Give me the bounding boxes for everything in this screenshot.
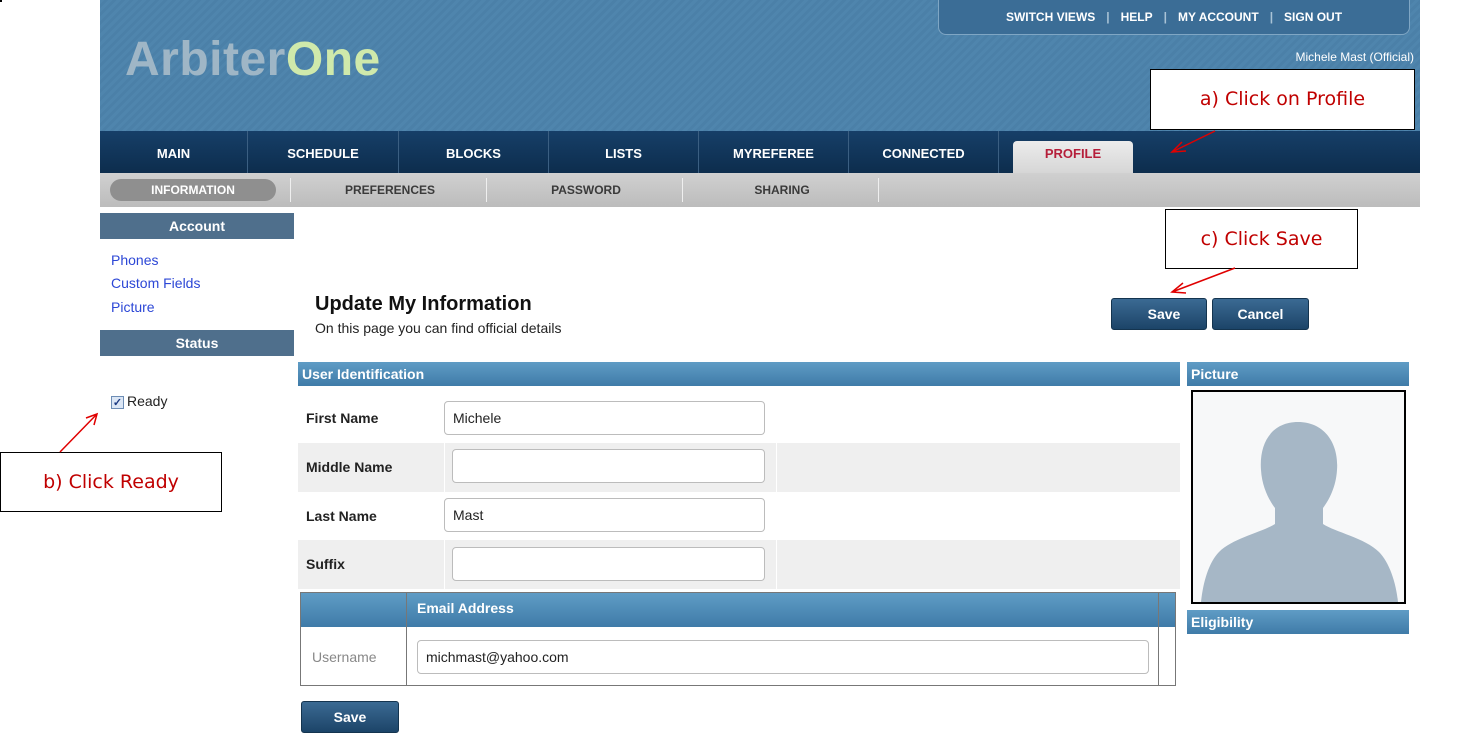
nav-myreferee[interactable]: MYREFEREE	[699, 131, 849, 173]
nav-profile[interactable]: PROFILE	[1013, 141, 1133, 173]
email-field[interactable]: michmast@yahoo.com	[417, 640, 1149, 674]
picture-header: Picture	[1187, 362, 1409, 386]
arrow-to-ready	[59, 413, 98, 453]
first-name-label: First Name	[306, 410, 379, 426]
ready-checkbox[interactable]: ✓	[111, 396, 124, 409]
user-label: Michele Mast (Official)	[1295, 50, 1414, 64]
switch-views-link[interactable]: SWITCH VIEWS	[995, 10, 1106, 24]
subnav-preferences[interactable]: PREFERENCES	[300, 179, 480, 201]
arbiterone-logo: ArbiterOne	[125, 33, 381, 86]
ready-label: Ready	[127, 393, 168, 409]
annotation-click-profile: a) Click on Profile	[1150, 69, 1415, 130]
nav-schedule[interactable]: SCHEDULE	[248, 131, 399, 173]
nav-blocks[interactable]: BLOCKS	[399, 131, 549, 173]
my-account-link[interactable]: MY ACCOUNT	[1167, 10, 1270, 24]
arrow-to-save	[1171, 267, 1236, 293]
eligibility-header: Eligibility	[1187, 610, 1409, 634]
profile-picture	[1191, 390, 1406, 604]
nav-lists[interactable]: LISTS	[549, 131, 699, 173]
annotation-click-save: c) Click Save	[1165, 209, 1358, 269]
account-header: Account	[100, 213, 294, 239]
middle-name-label: Middle Name	[306, 459, 393, 475]
sidebar-link-custom-fields[interactable]: Custom Fields	[111, 275, 200, 291]
user-identification-header: User Identification	[298, 362, 1180, 386]
email-address-header: Email Address	[417, 600, 514, 616]
status-header: Status	[100, 330, 294, 356]
sidebar-link-picture[interactable]: Picture	[111, 299, 155, 315]
bottom-save-button[interactable]: Save	[301, 701, 399, 733]
cancel-button[interactable]: Cancel	[1212, 298, 1309, 330]
sign-out-link[interactable]: SIGN OUT	[1273, 10, 1353, 24]
sidebar-link-phones[interactable]: Phones	[111, 252, 158, 268]
silhouette-icon	[1193, 392, 1404, 602]
main-nav: MAIN SCHEDULE BLOCKS LISTS MYREFEREE CON…	[100, 131, 1420, 173]
suffix-field[interactable]	[452, 547, 765, 581]
subnav-sharing[interactable]: SHARING	[692, 179, 872, 201]
page-title: Update My Information	[315, 293, 532, 315]
annotation-click-ready: b) Click Ready	[0, 452, 222, 512]
save-button[interactable]: Save	[1111, 298, 1207, 330]
nav-connected[interactable]: CONNECTED	[849, 131, 999, 173]
nav-main[interactable]: MAIN	[100, 131, 248, 173]
last-name-label: Last Name	[306, 508, 377, 524]
subnav-information[interactable]: INFORMATION	[110, 179, 276, 201]
username-label: Username	[312, 649, 377, 665]
last-name-field[interactable]: Mast	[444, 498, 765, 532]
page-subtitle: On this page you can find official detai…	[315, 320, 562, 336]
top-links-bar: SWITCH VIEWS | HELP | MY ACCOUNT | SIGN OUT	[938, 0, 1410, 35]
suffix-label: Suffix	[306, 556, 345, 572]
subnav-password[interactable]: PASSWORD	[496, 179, 676, 201]
help-link[interactable]: HELP	[1110, 10, 1164, 24]
sub-nav: INFORMATION PREFERENCES PASSWORD SHARING	[100, 173, 1420, 207]
middle-name-field[interactable]	[452, 449, 765, 483]
first-name-field[interactable]: Michele	[444, 401, 765, 435]
